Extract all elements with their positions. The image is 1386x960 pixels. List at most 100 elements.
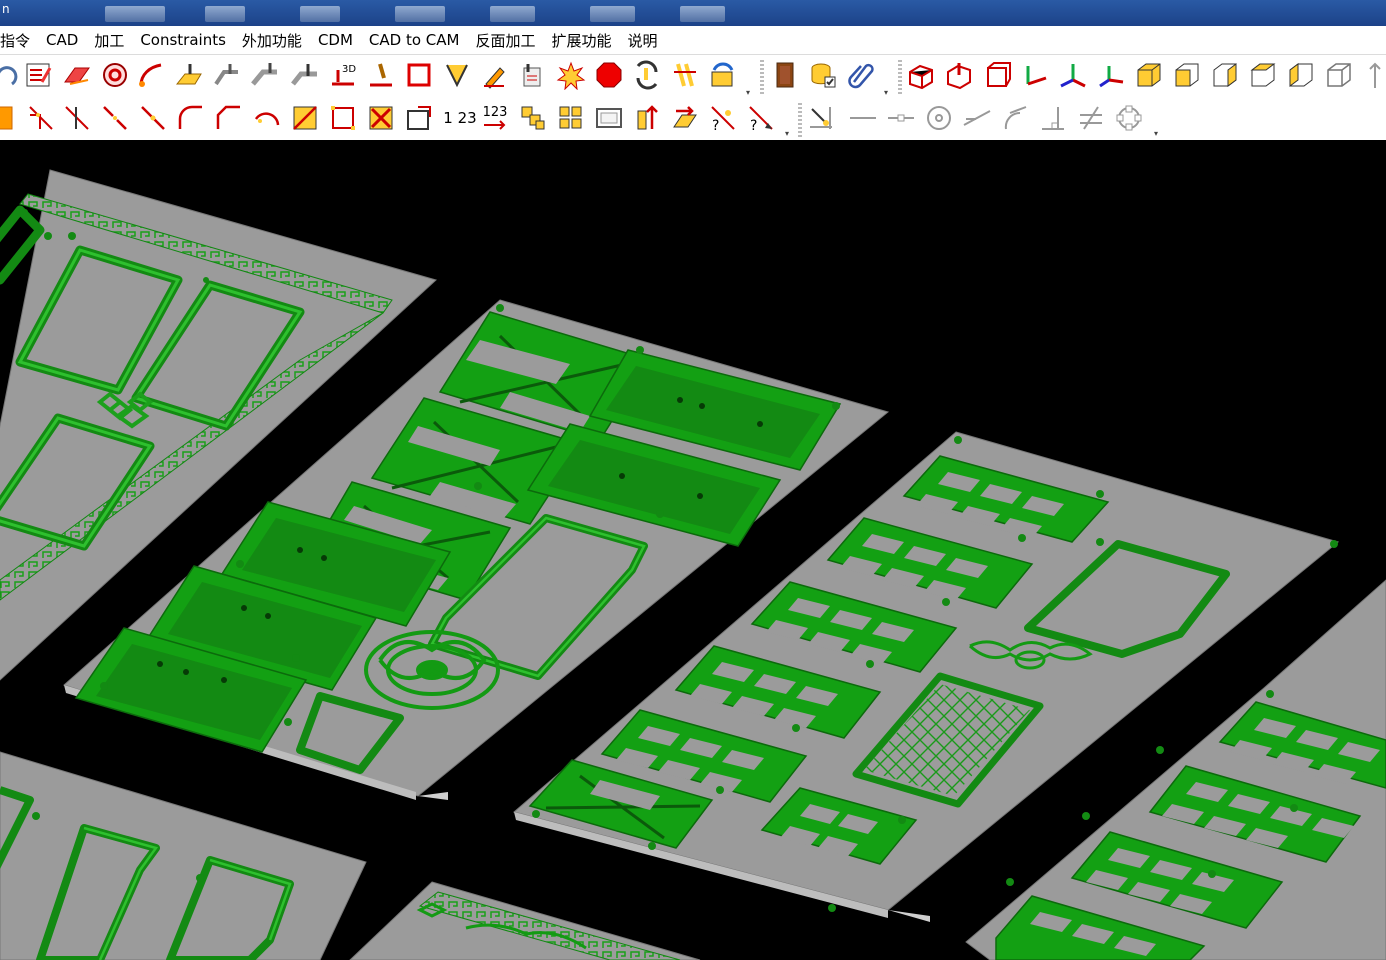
cube-yellow-3-icon[interactable] (1208, 58, 1242, 92)
view-front-red-icon[interactable] (942, 58, 976, 92)
move-box-icon[interactable] (402, 101, 436, 135)
nest-parts-icon[interactable] (516, 101, 550, 135)
vcarve-icon[interactable] (440, 58, 474, 92)
menu-extras[interactable]: 外加功能 (234, 30, 310, 51)
menu-cdm[interactable]: CDM (310, 31, 361, 49)
axis-ucs-icon[interactable] (1094, 58, 1128, 92)
number-sequence-button[interactable]: 1 23 (440, 101, 480, 135)
window-title-fragment: n (2, 2, 10, 16)
push-icon[interactable] (668, 101, 702, 135)
panel-group-e[interactable] (0, 751, 367, 960)
taskbar-thumbnail[interactable] (300, 6, 340, 22)
toolbar-overflow-icon[interactable]: ▾ (1154, 130, 1162, 138)
constraint-concentric-icon[interactable] (922, 101, 956, 135)
menu-help[interactable]: 说明 (620, 30, 666, 51)
menu-command[interactable]: 指令 (0, 30, 38, 51)
export-tool-icon[interactable] (706, 58, 740, 92)
join-line-icon[interactable] (136, 101, 170, 135)
toolbar-overflow-icon[interactable]: ▾ (884, 89, 892, 97)
tool-path-icon[interactable] (210, 58, 244, 92)
raise-icon[interactable] (630, 101, 664, 135)
taskbar-thumbnail[interactable] (395, 6, 445, 22)
taskbar-thumbnail[interactable] (590, 6, 635, 22)
cube-yellow-5-icon[interactable] (1284, 58, 1318, 92)
3d-viewport[interactable] (0, 140, 1386, 960)
pencil-icon[interactable] (478, 58, 512, 92)
menu-cad[interactable]: CAD (38, 31, 86, 49)
engrave-tool-icon[interactable] (364, 58, 398, 92)
menu-cad-to-cam[interactable]: CAD to CAM (361, 31, 468, 49)
tool-offset-icon[interactable] (248, 58, 282, 92)
tool-database-icon[interactable] (516, 58, 550, 92)
viewport-canvas (0, 169, 1386, 960)
taskbar-thumbnail[interactable] (105, 6, 165, 22)
database-check-icon[interactable] (806, 58, 840, 92)
menu-bar: 指令 CAD 加工 Constraints 外加功能 CDM CAD to CA… (0, 26, 1386, 55)
toolbar-grip[interactable] (798, 103, 802, 137)
extend-line-icon[interactable] (60, 101, 94, 135)
taskbar-thumbnail[interactable] (205, 6, 245, 22)
book-icon[interactable] (768, 58, 802, 92)
taskbar: n (0, 0, 1386, 26)
rotate-icon[interactable] (0, 58, 24, 92)
tool-3d-icon[interactable] (288, 58, 322, 92)
taskbar-thumbnail[interactable] (490, 6, 535, 22)
view-top-red-icon[interactable] (980, 58, 1014, 92)
break-line-icon[interactable] (98, 101, 132, 135)
constraint-horizontal-icon[interactable] (846, 101, 880, 135)
constraint-tangent-icon[interactable] (998, 101, 1032, 135)
menu-constraints[interactable]: Constraints (132, 31, 234, 49)
trim-corner-icon[interactable] (24, 101, 58, 135)
renumber-button[interactable]: 123 (478, 101, 512, 135)
menu-machining[interactable]: 加工 (86, 30, 132, 51)
panel-group-f[interactable] (349, 881, 701, 960)
spiral-icon[interactable] (98, 58, 132, 92)
cube-yellow-1-icon[interactable] (1132, 58, 1166, 92)
arc-icon[interactable] (250, 101, 284, 135)
query-node-icon[interactable]: ? (706, 101, 740, 135)
renumber-label: 123 (482, 105, 508, 120)
3d-carve-icon[interactable]: 3D (326, 58, 360, 92)
diagonal-box-icon[interactable] (288, 101, 322, 135)
toolbar-grip[interactable] (760, 60, 764, 94)
chamfer-icon[interactable] (212, 101, 246, 135)
toolbar-overflow-icon[interactable]: ▾ (785, 130, 793, 138)
drill-icon[interactable] (668, 58, 702, 92)
attach-icon[interactable] (844, 58, 878, 92)
pen-curve-icon[interactable] (134, 58, 168, 92)
constraint-midpoint-icon[interactable] (884, 101, 918, 135)
arrow-corner-icon[interactable] (0, 101, 22, 135)
taskbar-thumbnail[interactable] (680, 6, 725, 22)
fillet-icon[interactable] (174, 101, 208, 135)
explode-icon[interactable] (554, 58, 588, 92)
array-grid-icon[interactable] (554, 101, 588, 135)
surface-offset-icon[interactable] (60, 58, 94, 92)
rectangle-icon[interactable] (402, 58, 436, 92)
tool-change-icon[interactable] (630, 58, 664, 92)
snap-corner-icon[interactable] (804, 101, 838, 135)
cube-wire-icon[interactable] (1322, 58, 1356, 92)
toolbar-grip[interactable] (898, 60, 902, 94)
frame-icon[interactable] (592, 101, 626, 135)
axis-arrow-icon[interactable] (1358, 58, 1386, 92)
stop-icon[interactable] (592, 58, 626, 92)
svg-text:3D: 3D (342, 64, 356, 75)
toolbar-overflow-icon[interactable]: ▾ (746, 89, 754, 97)
pocket-tool-icon[interactable] (172, 58, 206, 92)
constraint-perpendicular-icon[interactable] (1036, 101, 1070, 135)
bounding-box-icon[interactable] (326, 101, 360, 135)
constraint-collinear-icon[interactable] (960, 101, 994, 135)
svg-text:?: ? (750, 118, 757, 133)
cube-yellow-2-icon[interactable] (1170, 58, 1204, 92)
menu-extensions[interactable]: 扩展功能 (543, 30, 619, 51)
menu-reverse-machining[interactable]: 反面加工 (467, 30, 543, 51)
constraint-fix-icon[interactable] (1112, 101, 1146, 135)
axis-xyz-icon[interactable] (1056, 58, 1090, 92)
edit-list-icon[interactable] (22, 58, 56, 92)
axis-xy-icon[interactable] (1018, 58, 1052, 92)
delete-box-icon[interactable] (364, 101, 398, 135)
constraint-parallel-icon[interactable] (1074, 101, 1108, 135)
cube-yellow-4-icon[interactable] (1246, 58, 1280, 92)
view-iso-red-icon[interactable] (904, 58, 938, 92)
query-end-icon[interactable]: ? (744, 101, 778, 135)
